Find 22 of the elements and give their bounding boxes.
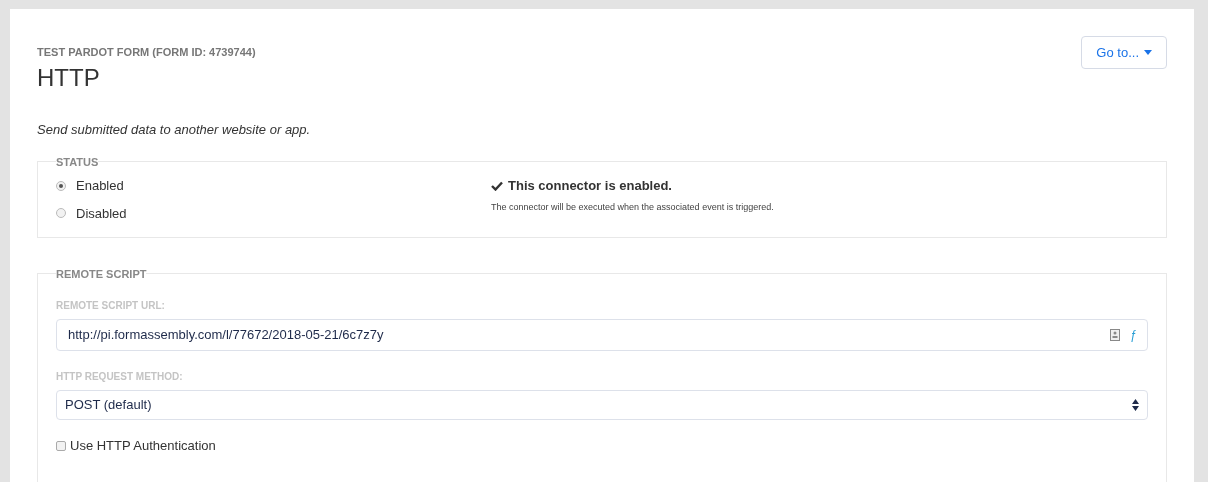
status-message-title: This connector is enabled. bbox=[508, 177, 672, 195]
checkmark-icon bbox=[491, 180, 503, 191]
radio-label: Enabled bbox=[76, 177, 124, 195]
contact-card-icon[interactable] bbox=[1110, 329, 1121, 341]
form-name: TEST PARDOT FORM (FORM ID: 4739744) bbox=[37, 45, 256, 59]
status-message-body: The connector will be executed when the associated event is triggered. bbox=[491, 200, 774, 214]
field-label: HTTP REQUEST METHOD: bbox=[56, 370, 184, 384]
checkbox[interactable] bbox=[56, 440, 66, 451]
radio-label: Disabled bbox=[76, 204, 127, 223]
checkbox-label: Use HTTP Authentication bbox=[70, 437, 216, 455]
sort-arrows-icon bbox=[1132, 399, 1139, 411]
radio-button[interactable] bbox=[56, 180, 66, 191]
panel-legend: REMOTE SCRIPT bbox=[56, 265, 147, 282]
method-select[interactable]: POST (default) bbox=[56, 390, 1148, 420]
description: Send submitted data to another website or app. bbox=[37, 121, 312, 139]
page-title: HTTP bbox=[37, 63, 101, 93]
caret-icon bbox=[1144, 50, 1152, 55]
radio-button[interactable] bbox=[56, 208, 66, 219]
panel-legend: STATUS bbox=[56, 153, 99, 170]
field-label: REMOTE SCRIPT URL: bbox=[56, 299, 166, 313]
url-field[interactable]: http://pi.formassembly.com/l/77672/2018-05-21/6c7z7y ƒ bbox=[56, 319, 1148, 351]
goto-button[interactable]: Go to... bbox=[1081, 36, 1167, 69]
